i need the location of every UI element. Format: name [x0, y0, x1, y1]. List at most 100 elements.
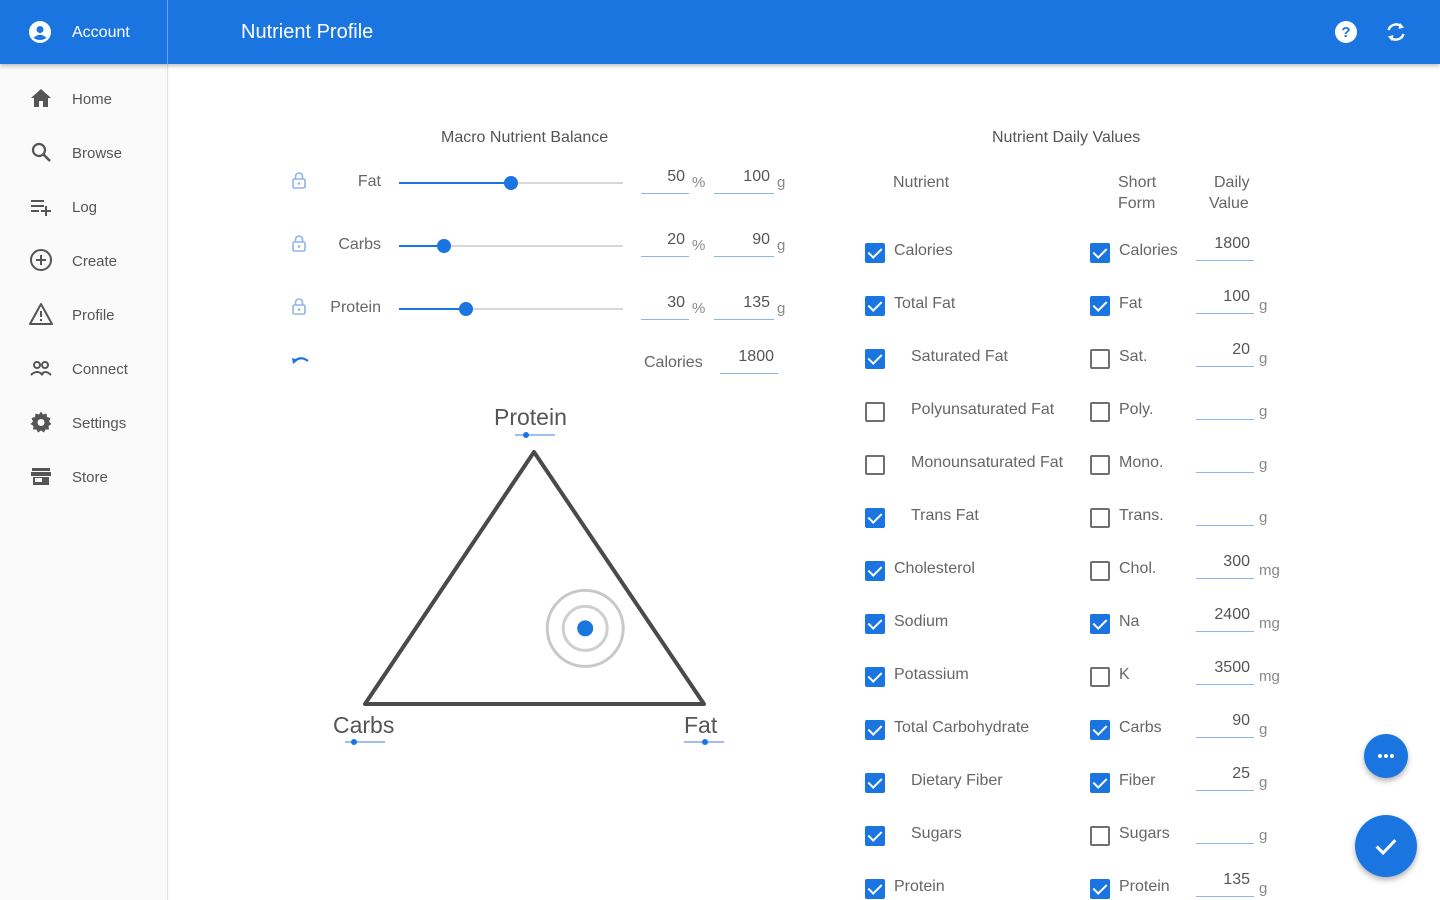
add-circle-icon: [30, 249, 52, 271]
daily-value-input[interactable]: 1800: [1196, 235, 1254, 261]
protein-indicator: [515, 432, 555, 438]
macro-balance-title: Macro Nutrient Balance: [441, 129, 609, 146]
daily-value-input[interactable]: [1196, 447, 1254, 473]
macro-slider[interactable]: [399, 176, 623, 190]
calories-input[interactable]: 1800: [720, 348, 778, 374]
slider-thumb[interactable]: [436, 239, 451, 253]
grams-unit: g: [777, 174, 786, 191]
daily-value-input[interactable]: [1196, 500, 1254, 526]
short-form-checkbox[interactable]: [1090, 826, 1110, 846]
triangle-top-label: Protein: [494, 404, 567, 430]
nutrient-checkbox[interactable]: [865, 720, 885, 740]
short-form-checkbox[interactable]: [1090, 879, 1110, 899]
nutrient-checkbox[interactable]: [865, 349, 885, 369]
daily-value-input[interactable]: 300: [1196, 553, 1254, 579]
help-icon[interactable]: ?: [1334, 20, 1358, 44]
short-form-checkbox[interactable]: [1090, 561, 1110, 581]
calories-label: Calories: [644, 354, 703, 371]
percent-input[interactable]: 20: [641, 231, 689, 257]
grams-input[interactable]: 90: [714, 231, 774, 257]
nutrient-checkbox[interactable]: [865, 296, 885, 316]
page-title: Nutrient Profile: [241, 21, 374, 43]
daily-values-title: Nutrient Daily Values: [992, 129, 1141, 146]
col-header-short-1: Short: [1118, 174, 1157, 191]
daily-value-unit: g: [1259, 880, 1268, 897]
nutrient-name: Dietary Fiber: [911, 772, 1003, 789]
daily-value-input[interactable]: [1196, 818, 1254, 844]
slider-thumb[interactable]: [504, 176, 518, 190]
sidebar-item-settings[interactable]: Settings: [0, 402, 167, 442]
percent-input[interactable]: 50: [641, 168, 689, 194]
sidebar-item-browse[interactable]: Browse: [0, 132, 167, 172]
sidebar-item-home[interactable]: Home: [0, 78, 167, 118]
short-form-checkbox[interactable]: [1090, 296, 1110, 316]
composition-point: [577, 620, 594, 637]
search-icon: [31, 142, 51, 162]
short-form-label: Protein: [1119, 878, 1170, 895]
more-icon: [1378, 754, 1394, 758]
short-form-checkbox[interactable]: [1090, 402, 1110, 422]
slider-thumb[interactable]: [459, 302, 474, 316]
daily-value-input[interactable]: 100: [1196, 288, 1254, 314]
lock-icon[interactable]: [291, 297, 307, 315]
account-button[interactable]: Account: [0, 0, 168, 64]
nutrient-checkbox[interactable]: [865, 508, 885, 528]
short-form-checkbox[interactable]: [1090, 667, 1110, 687]
more-button[interactable]: [1364, 734, 1408, 778]
nutrient-checkbox[interactable]: [865, 879, 885, 899]
slider-fill: [399, 182, 511, 184]
undo-icon[interactable]: [290, 352, 312, 370]
macro-slider[interactable]: [399, 239, 623, 253]
nutrient-checkbox[interactable]: [865, 243, 885, 263]
short-form-checkbox[interactable]: [1090, 614, 1110, 634]
sidebar-item-connect[interactable]: Connect: [0, 348, 167, 388]
nutrient-checkbox[interactable]: [865, 402, 885, 422]
nutrient-checkbox[interactable]: [865, 455, 885, 475]
daily-value-input[interactable]: [1196, 394, 1254, 420]
daily-value-input[interactable]: 20: [1196, 341, 1254, 367]
nutrient-checkbox[interactable]: [865, 614, 885, 634]
nutrient-checkbox[interactable]: [865, 826, 885, 846]
col-header-daily-1: Daily: [1214, 174, 1250, 191]
sidebar: Home Browse Log Create Profile Connect S…: [0, 64, 168, 900]
daily-value-unit: g: [1259, 827, 1268, 844]
short-form-checkbox[interactable]: [1090, 508, 1110, 528]
sidebar-item-profile[interactable]: Profile: [0, 294, 167, 334]
nutrient-checkbox[interactable]: [865, 561, 885, 581]
percent-unit: %: [692, 300, 706, 317]
daily-value-unit: mg: [1259, 562, 1280, 579]
short-form-checkbox[interactable]: [1090, 349, 1110, 369]
lock-icon[interactable]: [291, 171, 307, 189]
sidebar-item-create[interactable]: Create: [0, 240, 167, 280]
check-icon: [1375, 839, 1397, 856]
short-form-checkbox[interactable]: [1090, 773, 1110, 793]
nutrient-checkbox[interactable]: [865, 667, 885, 687]
account-label: Account: [72, 24, 130, 41]
short-form-checkbox[interactable]: [1090, 455, 1110, 475]
nutrient-name: Calories: [894, 242, 953, 259]
lock-icon[interactable]: [291, 234, 307, 252]
daily-value-input[interactable]: 3500: [1196, 659, 1254, 685]
nutrient-name: Saturated Fat: [911, 348, 1008, 365]
sidebar-item-log[interactable]: Log: [0, 186, 167, 226]
short-form-label: Fiber: [1119, 772, 1156, 789]
nutrient-name: Sugars: [911, 825, 962, 842]
daily-value-input[interactable]: 90: [1196, 712, 1254, 738]
daily-value-input[interactable]: 25: [1196, 765, 1254, 791]
confirm-button[interactable]: [1355, 815, 1417, 877]
short-form-checkbox[interactable]: [1090, 243, 1110, 263]
daily-value-input[interactable]: 135: [1196, 871, 1254, 897]
triangle-right-label: Fat: [684, 712, 718, 738]
sidebar-item-store[interactable]: Store: [0, 456, 167, 496]
gear-icon: [30, 411, 52, 433]
macro-slider[interactable]: [399, 302, 623, 316]
grams-unit: g: [777, 300, 786, 317]
grams-input[interactable]: 135: [714, 294, 774, 320]
short-form-checkbox[interactable]: [1090, 720, 1110, 740]
percent-input[interactable]: 30: [641, 294, 689, 320]
daily-value-input[interactable]: 2400: [1196, 606, 1254, 632]
short-form-label: Mono.: [1119, 454, 1164, 471]
nutrient-checkbox[interactable]: [865, 773, 885, 793]
sync-icon[interactable]: [1384, 20, 1408, 44]
grams-input[interactable]: 100: [714, 168, 774, 194]
